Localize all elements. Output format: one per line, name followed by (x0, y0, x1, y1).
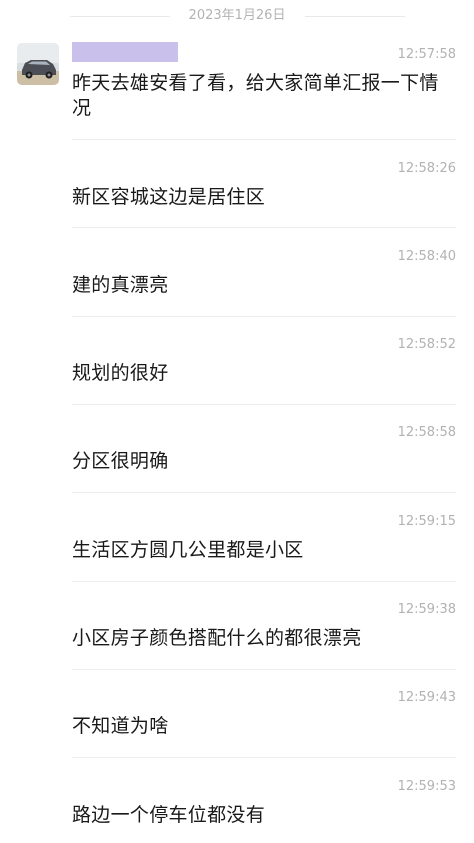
message-time: 12:59:43 (397, 690, 456, 705)
message-text: 生活区方圆几公里都是小区 (72, 539, 304, 561)
message-text: 昨天去雄安看了看，给大家简单汇报一下情况 (72, 72, 439, 119)
message-text: 建的真漂亮 (72, 274, 169, 296)
message-text: 规划的很好 (72, 362, 169, 384)
message-time: 12:58:52 (397, 337, 456, 352)
message-time: 12:59:38 (397, 602, 456, 617)
date-divider: 2023年1月26日 (0, 6, 474, 26)
message-time: 12:58:40 (397, 249, 456, 264)
message-text: 新区容城这边是居住区 (72, 186, 266, 208)
message-separator (72, 139, 456, 140)
avatar[interactable] (17, 43, 59, 85)
message-text: 小区房子颜色搭配什么的都很漂亮 (72, 627, 362, 649)
message-text: 分区很明确 (72, 450, 169, 472)
message-separator (72, 404, 456, 405)
message-separator (72, 316, 456, 317)
message-separator (72, 227, 456, 228)
message-separator (72, 492, 456, 493)
sender-name-redacted (72, 42, 178, 62)
message-text: 不知道为啥 (72, 715, 169, 737)
message-time: 12:57:58 (397, 47, 456, 62)
message-time: 12:58:26 (397, 161, 456, 176)
message-text: 路边一个停车位都没有 (72, 804, 266, 826)
message-time: 12:58:58 (397, 425, 456, 440)
message-separator (72, 757, 456, 758)
message-separator (72, 669, 456, 670)
message-time: 12:59:15 (397, 514, 456, 529)
message-separator (72, 581, 456, 582)
divider-line-right (305, 16, 405, 17)
message-time: 12:59:53 (397, 779, 456, 794)
